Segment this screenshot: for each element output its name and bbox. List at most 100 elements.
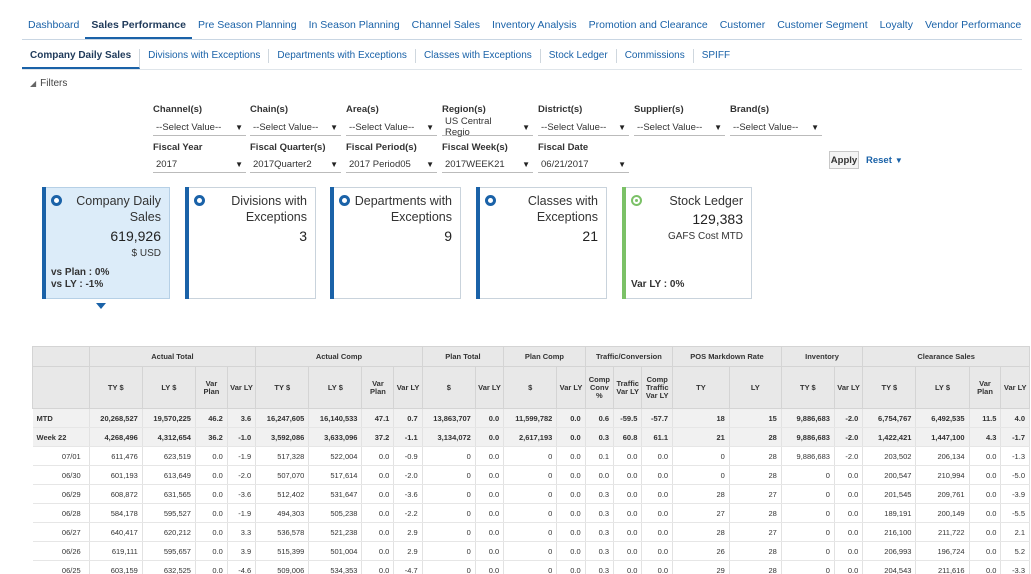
column-header[interactable]: LY $	[141, 366, 196, 409]
area-select[interactable]: --Select Value-- ▼	[346, 119, 437, 136]
tab-customer[interactable]: Customer	[714, 19, 772, 39]
tab-in-season-planning[interactable]: In Season Planning	[303, 19, 406, 39]
column-header[interactable]: Var Plan	[361, 366, 395, 409]
column-header[interactable]: TY $	[780, 366, 835, 409]
fiscal-period-select[interactable]: 2017 Period05 ▼	[346, 156, 437, 173]
table-cell: 0	[503, 522, 558, 542]
kpi-tile-stock-ledger[interactable]: Stock Ledger 129,383 GAFS Cost MTD Var L…	[622, 187, 752, 299]
column-header[interactable]: Comp Conv %	[584, 366, 615, 409]
kpi-tile-classes-exceptions[interactable]: Classes with Exceptions 21	[476, 187, 607, 299]
table-cell: 28	[729, 503, 782, 523]
table-cell: 28	[672, 522, 730, 542]
table-cell: 531,647	[308, 484, 363, 504]
apply-button[interactable]: Apply	[829, 151, 859, 169]
table-cell: 2.1	[1000, 522, 1030, 542]
main-tab-bar: Dashboard Sales Performance Pre Season P…	[22, 14, 1022, 40]
tab-dashboard[interactable]: Dashboard	[22, 19, 85, 39]
subtab-departments-exceptions[interactable]: Departments with Exceptions	[269, 48, 416, 63]
column-header[interactable]: $	[503, 366, 558, 409]
tile-title-line2: Exceptions	[390, 210, 452, 224]
table-cell: 0.0	[556, 465, 586, 485]
column-header[interactable]: LY $	[915, 366, 970, 409]
tab-channel-sales[interactable]: Channel Sales	[406, 19, 486, 39]
row-label: 06/30	[32, 465, 90, 485]
column-header[interactable]: Var Plan	[194, 366, 228, 409]
table-cell: 36.2	[195, 427, 228, 447]
table-cell: 0.0	[475, 446, 505, 466]
column-header[interactable]: Traffic Var LY	[613, 366, 643, 409]
column-header[interactable]: TY $	[862, 366, 917, 409]
dropdown-arrow-icon: ▼	[235, 159, 243, 169]
tab-promotion-clearance[interactable]: Promotion and Clearance	[583, 19, 714, 39]
subtab-classes-exceptions[interactable]: Classes with Exceptions	[416, 48, 541, 63]
dropdown-arrow-icon: ▼	[522, 122, 530, 132]
column-header[interactable]: $	[421, 366, 476, 409]
tab-customer-segment[interactable]: Customer Segment	[771, 19, 873, 39]
table-cell: 0.3	[585, 541, 615, 561]
fiscal-period-value: 2017 Period05	[349, 158, 411, 170]
subtab-stock-ledger[interactable]: Stock Ledger	[541, 48, 617, 63]
table-cell: 47.1	[361, 408, 395, 428]
area-label: Area(s)	[346, 104, 379, 115]
table-cell: 0.0	[969, 484, 1002, 504]
chain-value: --Select Value--	[253, 121, 319, 133]
subtab-commissions[interactable]: Commissions	[617, 48, 694, 63]
table-cell: 623,519	[142, 446, 196, 466]
subtab-spiff[interactable]: SPIFF	[694, 49, 738, 63]
district-value: --Select Value--	[541, 121, 607, 133]
fiscal-year-label: Fiscal Year	[153, 142, 203, 153]
chain-select[interactable]: --Select Value-- ▼	[250, 119, 341, 136]
brand-select[interactable]: --Select Value-- ▼	[730, 119, 822, 136]
column-header[interactable]: Var Plan	[968, 366, 1002, 409]
tile-title: Classes with Exceptions	[528, 193, 598, 225]
table-cell: 0	[672, 446, 730, 466]
tab-loyalty[interactable]: Loyalty	[874, 19, 919, 39]
table-cell: 0	[503, 484, 558, 504]
fiscal-year-select[interactable]: 2017 ▼	[153, 156, 246, 173]
district-select[interactable]: --Select Value-- ▼	[538, 119, 629, 136]
column-header[interactable]: Var LY	[1000, 366, 1030, 409]
table-cell: 0	[781, 465, 835, 485]
fiscal-date-select[interactable]: 06/21/2017 ▼	[538, 156, 629, 173]
supplier-select[interactable]: --Select Value-- ▼	[634, 119, 725, 136]
table-cell: 0.0	[195, 465, 228, 485]
kpi-tile-divisions-exceptions[interactable]: Divisions with Exceptions 3	[185, 187, 316, 299]
table-cell: 0.0	[969, 541, 1002, 561]
reset-button[interactable]: Reset ▼	[866, 151, 903, 169]
table-cell: 0.0	[556, 484, 586, 504]
kpi-tile-company-daily-sales[interactable]: Company Daily Sales 619,926 $ USD vs Plan…	[42, 187, 170, 299]
group-header: POS Markdown Rate	[672, 346, 782, 367]
subtab-divisions-exceptions[interactable]: Divisions with Exceptions	[140, 48, 270, 63]
column-header[interactable]: Var LY	[556, 366, 586, 409]
table-cell: 0	[422, 465, 476, 485]
column-header[interactable]: LY $	[308, 366, 363, 409]
column-header[interactable]: TY $	[255, 366, 310, 409]
subtab-company-daily-sales[interactable]: Company Daily Sales	[22, 48, 141, 69]
table-cell: 509,006	[255, 560, 310, 574]
kpi-tile-departments-exceptions[interactable]: Departments with Exceptions 9	[330, 187, 461, 299]
tab-vendor-performance[interactable]: Vendor Performance	[919, 19, 1027, 39]
column-header[interactable]: Var LY	[393, 366, 423, 409]
fiscal-quarter-select[interactable]: 2017Quarter2 ▼	[250, 156, 341, 173]
column-header[interactable]: Var LY	[474, 366, 505, 409]
table-cell: 0.0	[641, 503, 674, 523]
region-select[interactable]: US Central Regio ▼	[442, 116, 533, 138]
channel-select[interactable]: --Select Value-- ▼	[153, 119, 246, 136]
tab-inventory-analysis[interactable]: Inventory Analysis	[486, 19, 583, 39]
table-cell: 0.0	[613, 503, 643, 523]
tab-sales-performance[interactable]: Sales Performance	[85, 19, 192, 39]
dropdown-arrow-icon: ▼	[618, 122, 626, 132]
tab-pre-season-planning[interactable]: Pre Season Planning	[192, 19, 303, 39]
table-cell: 0.0	[556, 446, 586, 466]
filters-toggle[interactable]: ◢ Filters	[30, 78, 67, 89]
column-header[interactable]: TY $	[88, 366, 143, 409]
table-cell: 0.0	[613, 446, 643, 466]
column-header[interactable]: LY	[728, 366, 782, 409]
column-header[interactable]: Comp Traffic Var LY	[641, 366, 674, 409]
column-header[interactable]: TY	[672, 366, 730, 409]
table-body: MTD 20,268,527 19,570,225 46.2 3.6 16,247,605…	[32, 408, 1030, 574]
fiscal-week-select[interactable]: 2017WEEK21 ▼	[442, 156, 533, 173]
column-header[interactable]: Var LY	[226, 366, 257, 409]
column-header[interactable]: Var LY	[833, 366, 864, 409]
table-cell: 0.0	[361, 541, 395, 561]
